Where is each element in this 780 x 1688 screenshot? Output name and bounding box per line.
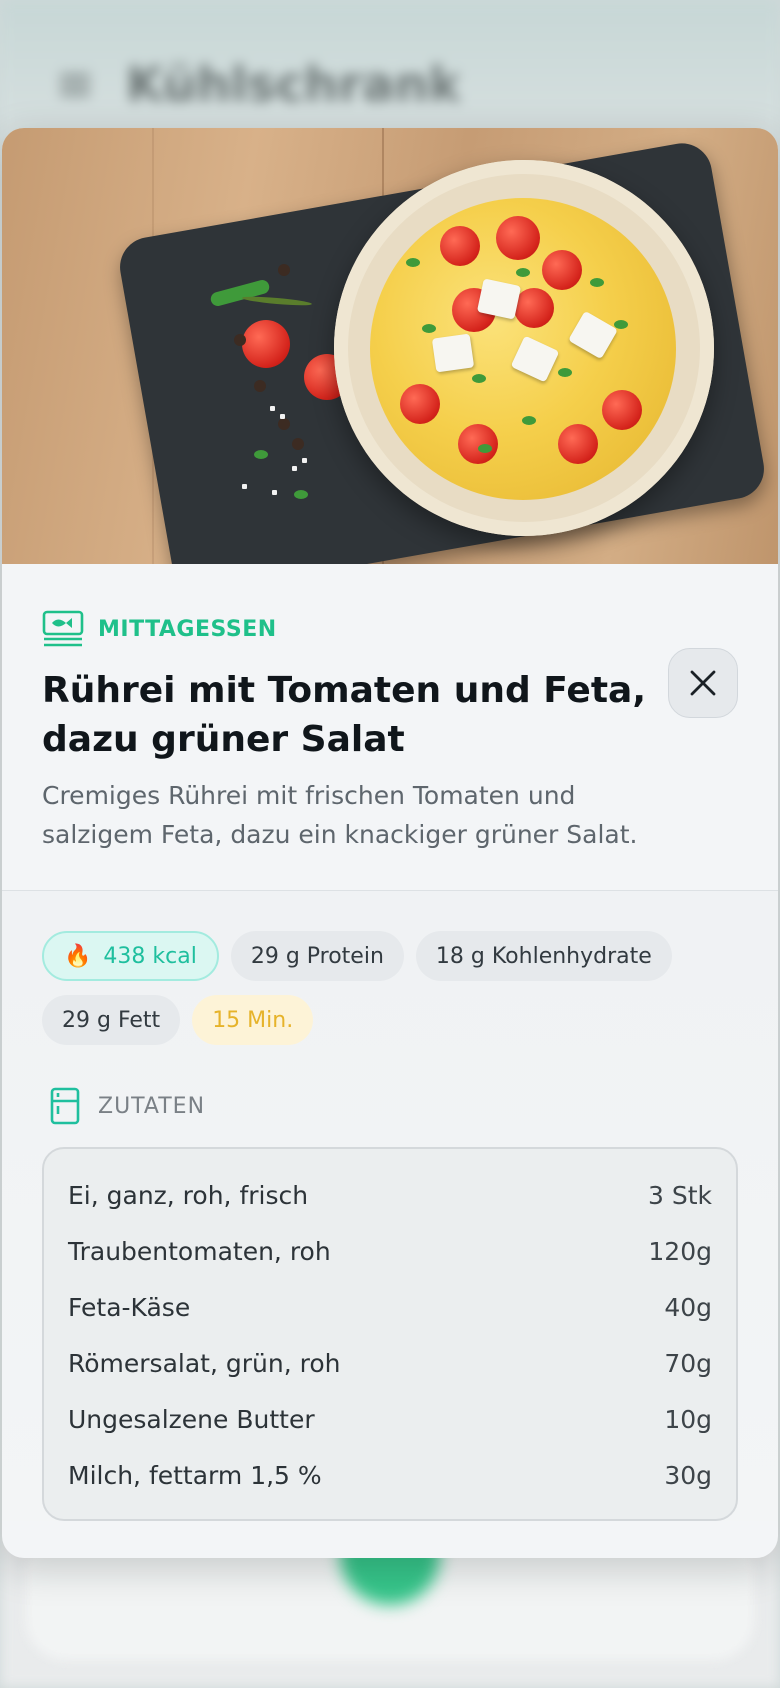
ingredient-amount: 30g (664, 1460, 712, 1490)
fat-chip: 29 g Fett (42, 995, 181, 1045)
fridge-icon (50, 1087, 80, 1125)
ingredient-row: Ei, ganz, roh, frisch 3 Stk (68, 1167, 712, 1223)
ingredient-amount: 70g (664, 1348, 712, 1378)
nutrition-chips: 🔥 438 kcal 29 g Protein 18 g Kohlenhydra… (42, 931, 742, 1045)
ingredient-name: Traubentomaten, roh (68, 1236, 331, 1266)
kcal-chip: 🔥 438 kcal (42, 931, 219, 981)
ingredient-amount: 3 Stk (647, 1180, 712, 1210)
ingredient-row: Feta-Käse 40g (68, 1279, 712, 1335)
kcal-value: 438 kcal (103, 943, 197, 969)
ingredient-row: Traubentomaten, roh 120g (68, 1223, 712, 1279)
close-icon (690, 670, 716, 696)
recipe-details: 🔥 438 kcal 29 g Protein 18 g Kohlenhydra… (2, 891, 778, 1521)
close-button[interactable] (668, 648, 738, 718)
protein-chip: 29 g Protein (230, 931, 404, 981)
ingredient-name: Ungesalzene Butter (68, 1404, 315, 1434)
carbs-chip: 18 g Kohlenhydrate (415, 931, 672, 981)
recipe-description: Cremiges Rührei mit frischen Tomaten und… (42, 781, 638, 849)
ingredient-amount: 10g (664, 1404, 712, 1434)
ingredients-label: ZUTATEN (98, 1093, 206, 1119)
ingredient-name: Ei, ganz, roh, frisch (68, 1180, 309, 1210)
background-header: Kühlschrank (60, 55, 461, 115)
fish-plate-icon (42, 610, 84, 647)
recipe-title: Rührei mit Tomaten und Feta, dazu grüner… (42, 670, 647, 760)
ingredient-amount: 40g (664, 1292, 712, 1322)
ingredient-name: Feta-Käse (68, 1292, 191, 1322)
ingredient-amount: 120g (648, 1236, 712, 1266)
recipe-image (2, 128, 778, 564)
menu-icon (60, 74, 90, 96)
recipe-info: MITTAGESSEN Rührei mit Tomaten und Feta,… (2, 610, 778, 854)
category-row: MITTAGESSEN (42, 610, 738, 648)
ingredients-list: Ei, ganz, roh, frisch 3 Stk Traubentomat… (42, 1147, 738, 1521)
background-title: Kühlschrank (126, 57, 461, 113)
ingredient-name: Römersalat, grün, roh (68, 1348, 341, 1378)
ingredient-name: Milch, fettarm 1,5 % (68, 1460, 322, 1490)
category-label: MITTAGESSEN (98, 616, 277, 642)
ingredient-row: Römersalat, grün, roh 70g (68, 1335, 712, 1391)
ingredient-row: Milch, fettarm 1,5 % 30g (68, 1447, 712, 1503)
flame-icon: 🔥 (64, 943, 92, 969)
recipe-modal: MITTAGESSEN Rührei mit Tomaten und Feta,… (2, 128, 778, 1558)
ingredients-header: ZUTATEN (42, 1087, 738, 1125)
ingredient-row: Ungesalzene Butter 10g (68, 1391, 712, 1447)
time-chip: 15 Min. (192, 995, 314, 1045)
